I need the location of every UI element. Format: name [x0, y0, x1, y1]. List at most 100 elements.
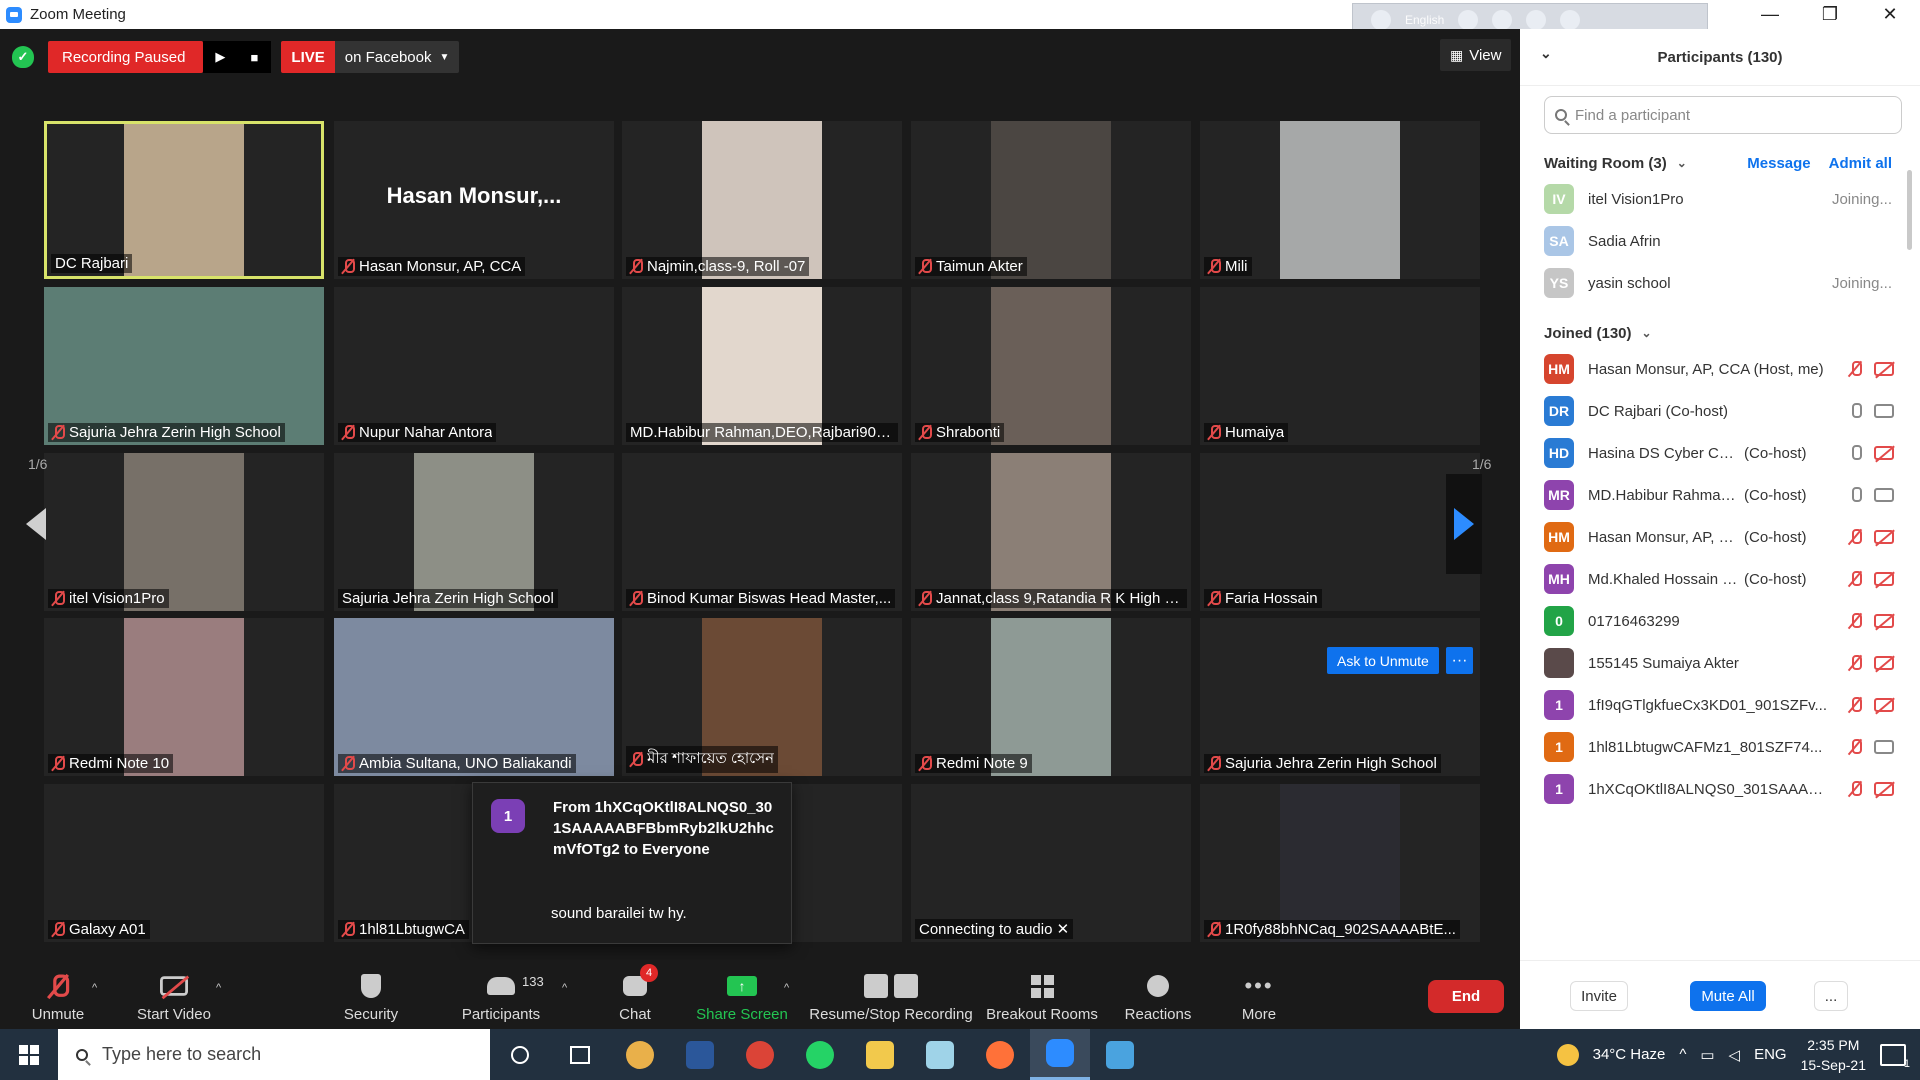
video-tile[interactable]: Sajuria Jehra Zerin High School	[334, 453, 614, 611]
joined-participant-row[interactable]: 1 1hXCqOKtlI8ALNQS0_301SAAAA...	[1520, 768, 1920, 810]
taskbar-search[interactable]	[58, 1029, 490, 1080]
joined-header[interactable]: Joined (130) ⌄	[1544, 318, 1920, 348]
file-explorer-app[interactable]	[850, 1029, 910, 1080]
close-button[interactable]: ✕	[1860, 0, 1920, 29]
video-off-icon[interactable]	[1874, 656, 1894, 670]
ask-to-unmute-button[interactable]: Ask to Unmute	[1327, 647, 1439, 674]
live-target-dropdown[interactable]: on Facebook ▼	[334, 41, 460, 73]
previous-page-button[interactable]	[18, 474, 54, 574]
mic-muted-icon[interactable]	[1848, 571, 1862, 587]
video-tile[interactable]: MD.Habibur Rahman,DEO,Rajbari903...	[622, 287, 902, 445]
video-tile[interactable]: itel Vision1Pro	[44, 453, 324, 611]
mic-muted-icon[interactable]	[1848, 361, 1862, 377]
firefox-app[interactable]	[970, 1029, 1030, 1080]
video-tile[interactable]: Mili	[1200, 121, 1480, 279]
video-tile[interactable]: Jannat,class 9,Ratandia R K High S...	[911, 453, 1191, 611]
video-off-icon[interactable]	[1874, 530, 1894, 544]
mic-muted-icon[interactable]	[1848, 613, 1862, 629]
chrome-app[interactable]	[730, 1029, 790, 1080]
start-video-button[interactable]: Start Video	[134, 960, 214, 1029]
mute-all-button[interactable]: Mute All	[1690, 981, 1766, 1011]
word-app[interactable]	[670, 1029, 730, 1080]
video-tile[interactable]: Hasan Monsur,... Hasan Monsur, AP, CCA	[334, 121, 614, 279]
mic-icon[interactable]	[1848, 445, 1862, 461]
timeline-button[interactable]	[550, 1029, 610, 1080]
video-off-icon[interactable]	[1874, 572, 1894, 586]
video-tile[interactable]: মীর শাফায়েত হোসেন	[622, 618, 902, 776]
video-tile[interactable]: DC Rajbari	[44, 121, 324, 279]
participant-search-input[interactable]	[1575, 106, 1875, 124]
video-tile[interactable]: Binod Kumar Biswas Head Master,...	[622, 453, 902, 611]
joined-participant-row[interactable]: HM Hasan Monsur, AP, CCA (Host, me)	[1520, 348, 1920, 390]
panel-scrollbar[interactable]	[1907, 170, 1912, 250]
joined-participant-row[interactable]: HM Hasan Monsur, AP, CCA_ (Co-host)	[1520, 516, 1920, 558]
joined-participant-row[interactable]: 1 1hl81LbtugwCAFMz1_801SZF74...	[1520, 726, 1920, 768]
view-button[interactable]: ▦ View	[1440, 39, 1512, 71]
video-off-icon[interactable]	[1874, 446, 1894, 460]
joined-participant-row[interactable]: MH Md.Khaled Hossain Ch... (Co-host)	[1520, 558, 1920, 600]
audio-options-caret[interactable]: ^	[92, 982, 97, 994]
network-icon[interactable]: ▭	[1700, 1046, 1714, 1064]
more-button[interactable]: ••• More	[1232, 960, 1286, 1029]
notification-center-button[interactable]: 1	[1880, 1043, 1910, 1070]
video-tile[interactable]: 1R0fy88bhNCaq_902SAAAABtE...	[1200, 784, 1480, 942]
whatsapp-app[interactable]	[790, 1029, 850, 1080]
next-page-button[interactable]	[1446, 474, 1482, 574]
start-button[interactable]	[0, 1029, 58, 1080]
input-language[interactable]: ENG	[1754, 1046, 1787, 1063]
share-options-caret[interactable]: ^	[784, 982, 789, 994]
video-tile[interactable]: Redmi Note 9	[911, 618, 1191, 776]
participants-options-caret[interactable]: ^	[562, 982, 567, 994]
video-tile[interactable]: Shrabonti	[911, 287, 1191, 445]
joined-participant-row[interactable]: 0 01716463299	[1520, 600, 1920, 642]
joined-participant-row[interactable]: DR DC Rajbari (Co-host)	[1520, 390, 1920, 432]
collapse-panel-icon[interactable]: ⌄	[1540, 45, 1552, 62]
tray-overflow-icon[interactable]: ^	[1679, 1046, 1686, 1063]
stop-recording-button[interactable]: ■	[237, 41, 272, 73]
video-tile[interactable]: Taimun Akter	[911, 121, 1191, 279]
mic-muted-icon[interactable]	[1848, 781, 1862, 797]
video-options-caret[interactable]: ^	[216, 982, 221, 994]
security-button[interactable]: Security	[336, 960, 406, 1029]
reactions-button[interactable]: Reactions	[1124, 960, 1192, 1029]
joined-participant-row[interactable]: 1 1fI9qGTlgkfueCx3KD01_901SZFv...	[1520, 684, 1920, 726]
weather-text[interactable]: 34°C Haze	[1593, 1046, 1666, 1063]
video-icon[interactable]	[1874, 488, 1894, 502]
end-meeting-button[interactable]: End	[1428, 980, 1504, 1013]
restore-button[interactable]: ❐	[1800, 0, 1860, 29]
video-tile[interactable]: Redmi Note 10	[44, 618, 324, 776]
invite-button[interactable]: Invite	[1570, 981, 1628, 1011]
task-view-button[interactable]	[490, 1029, 550, 1080]
video-tile[interactable]: Faria Hossain	[1200, 453, 1480, 611]
chat-button[interactable]: 4 Chat	[612, 960, 658, 1029]
video-tile[interactable]: Connecting to audio ✕	[911, 784, 1191, 942]
video-tile[interactable]: Najmin,class-9, Roll -07	[622, 121, 902, 279]
resume-recording-button[interactable]: ▶	[203, 41, 238, 73]
breakout-rooms-button[interactable]: Breakout Rooms	[984, 960, 1100, 1029]
zoom-taskbar-app[interactable]	[1030, 1029, 1090, 1080]
participant-search[interactable]	[1544, 96, 1902, 134]
clock[interactable]: 2:35 PM 15-Sep-21	[1801, 1035, 1866, 1075]
video-tile[interactable]: Ambia Sultana, UNO Baliakandi	[334, 618, 614, 776]
mic-muted-icon[interactable]	[1848, 739, 1862, 755]
recording-button[interactable]: Resume/Stop Recording	[808, 960, 974, 1029]
waiting-participant-row[interactable]: SA Sadia Afrin	[1520, 220, 1920, 262]
paint-app[interactable]	[610, 1029, 670, 1080]
joined-participant-row[interactable]: HD Hasina DS Cyber CCA I... (Co-host)	[1520, 432, 1920, 474]
mic-muted-icon[interactable]	[1848, 529, 1862, 545]
mic-muted-icon[interactable]	[1848, 697, 1862, 713]
video-tile[interactable]: Sajuria Jehra Zerin High School	[44, 287, 324, 445]
admit-all-link[interactable]: Admit all	[1829, 155, 1892, 172]
joined-participant-row[interactable]: MR MD.Habibur Rahman,D... (Co-host)	[1520, 474, 1920, 516]
video-tile[interactable]: Galaxy A01	[44, 784, 324, 942]
participants-button[interactable]: Participants	[458, 960, 544, 1029]
video-icon[interactable]	[1874, 740, 1894, 754]
video-off-icon[interactable]	[1874, 782, 1894, 796]
minimize-button[interactable]: —	[1740, 0, 1800, 29]
waiting-participant-row[interactable]: IV itel Vision1Pro Joining...	[1520, 178, 1920, 220]
waiting-room-header[interactable]: Waiting Room (3) ⌄ Message Admit all	[1544, 148, 1920, 178]
mic-muted-icon[interactable]	[1848, 655, 1862, 671]
video-tile[interactable]: Nupur Nahar Antora	[334, 287, 614, 445]
mic-icon[interactable]	[1848, 487, 1862, 503]
taskbar-search-input[interactable]	[102, 1044, 442, 1065]
